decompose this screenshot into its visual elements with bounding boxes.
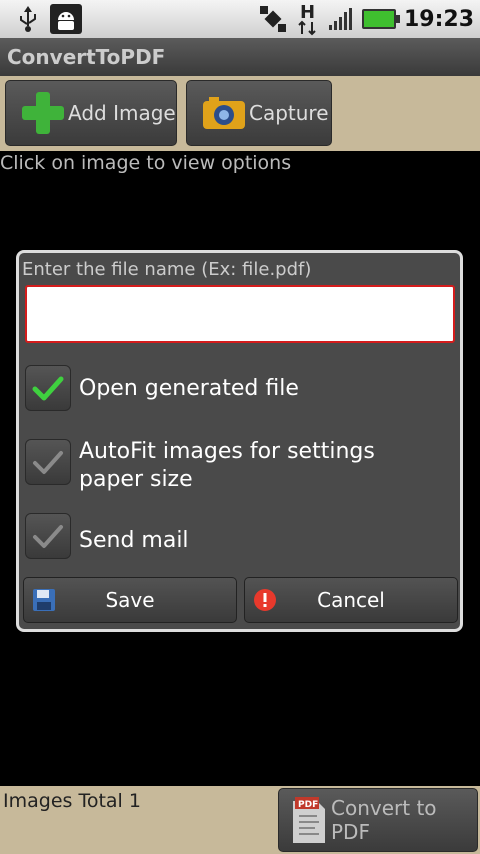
autofit-option[interactable]: AutoFit images for settings paper size xyxy=(25,439,439,494)
usb-icon xyxy=(20,6,36,32)
save-pdf-dialog: Enter the file name (Ex: file.pdf) Open … xyxy=(16,250,463,632)
clock: 19:23 xyxy=(403,6,474,32)
images-total: Images Total 1 xyxy=(3,790,141,812)
save-label: Save xyxy=(105,588,155,612)
checkmark-icon xyxy=(33,451,63,474)
camera-icon xyxy=(203,97,245,129)
file-name-label: Enter the file name (Ex: file.pdf) xyxy=(22,259,312,280)
open-file-checkbox[interactable] xyxy=(25,365,71,411)
send-mail-checkbox[interactable] xyxy=(25,513,71,559)
status-bar: H 19:23 xyxy=(0,0,480,38)
add-image-label: Add Image xyxy=(68,101,176,125)
save-button[interactable]: Save xyxy=(23,577,237,623)
file-name-input[interactable] xyxy=(25,285,455,343)
autofit-label: AutoFit images for settings paper size xyxy=(79,439,375,492)
plus-icon xyxy=(22,92,64,134)
open-generated-file-option[interactable]: Open generated file xyxy=(25,365,439,411)
send-mail-option[interactable]: Send mail xyxy=(25,513,439,559)
convert-label: Convert to PDF xyxy=(331,796,437,844)
toolbar: Add Image Capture xyxy=(0,76,480,151)
svg-text:PDF: PDF xyxy=(298,800,318,810)
cancel-label: Cancel xyxy=(317,588,385,612)
hspa-data-icon: H xyxy=(298,2,316,36)
capture-label: Capture xyxy=(249,101,329,125)
pdf-document-icon: PDF xyxy=(293,797,325,843)
svg-text:H: H xyxy=(300,2,315,23)
gps-satellite-icon xyxy=(259,6,286,32)
app-title: ConvertToPDF xyxy=(0,38,480,76)
send-mail-label: Send mail xyxy=(79,528,189,553)
cancel-button[interactable]: Cancel xyxy=(244,577,458,623)
capture-button[interactable]: Capture xyxy=(186,80,332,146)
floppy-disk-icon xyxy=(33,589,55,611)
add-image-button[interactable]: Add Image xyxy=(5,80,177,146)
checkmark-icon xyxy=(33,525,63,548)
signal-strength-icon xyxy=(328,8,352,30)
android-debug-icon xyxy=(50,4,82,34)
open-file-label: Open generated file xyxy=(79,376,299,401)
alert-icon xyxy=(254,589,276,611)
battery-icon xyxy=(361,9,400,29)
options-hint: Click on image to view options xyxy=(0,152,292,174)
bottom-bar: Images Total 1 PDF Convert to PDF xyxy=(0,786,480,854)
checkmark-icon xyxy=(32,376,64,401)
autofit-checkbox[interactable] xyxy=(25,439,71,485)
convert-to-pdf-button[interactable]: PDF Convert to PDF xyxy=(278,788,478,852)
